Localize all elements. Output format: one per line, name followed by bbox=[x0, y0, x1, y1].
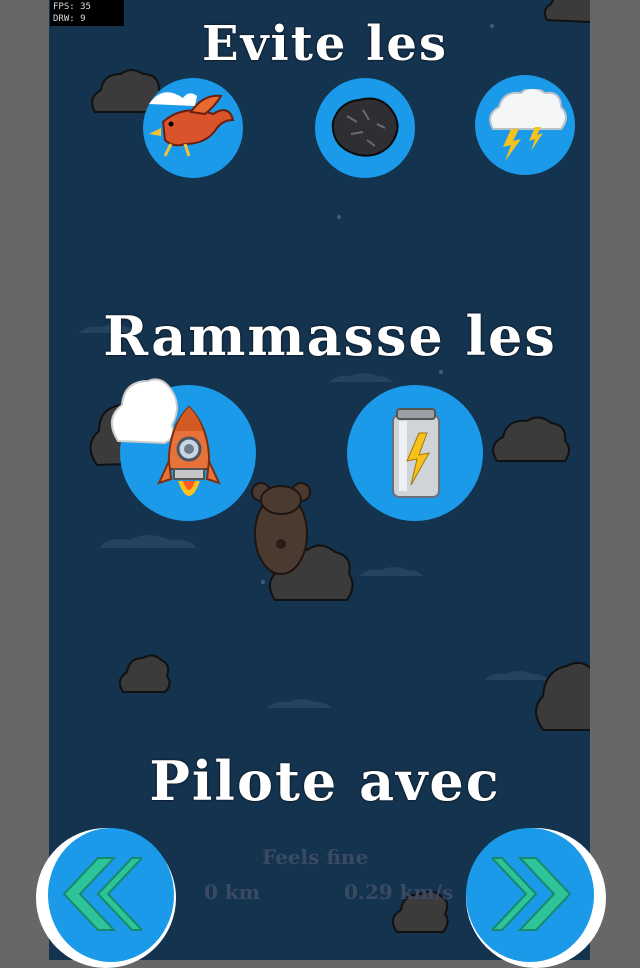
speed-text: 0.29 km/s bbox=[344, 880, 454, 904]
dark-cloud bbox=[535, 661, 590, 731]
collect-can-badge bbox=[347, 385, 483, 521]
distance-text: 0 km bbox=[204, 880, 260, 904]
avoid-title: Evite les bbox=[202, 16, 448, 72]
energy-can-icon bbox=[392, 408, 440, 498]
collect-title: Rammasse les bbox=[103, 304, 557, 368]
dark-cloud bbox=[118, 654, 171, 693]
fps-counter: FPS: 35 bbox=[53, 2, 91, 12]
dark-cloud bbox=[543, 0, 590, 23]
avoid-bird-badge bbox=[143, 78, 243, 178]
storm-cloud-icon bbox=[489, 89, 567, 161]
avoid-rock-badge bbox=[315, 78, 415, 178]
rock-icon bbox=[331, 97, 399, 157]
double-chevron-right-icon bbox=[492, 857, 572, 931]
right-side-panel bbox=[590, 0, 640, 960]
steer-left-button[interactable] bbox=[48, 828, 174, 962]
status-text: Feels fine bbox=[262, 845, 369, 869]
double-chevron-left-icon bbox=[62, 857, 142, 931]
draw-call-counter: DRW: 9 bbox=[53, 14, 86, 24]
debug-overlay: FPS: 35 DRW: 9 bbox=[50, 0, 124, 26]
dark-cloud bbox=[492, 416, 570, 462]
avoid-storm-badge bbox=[475, 75, 575, 175]
bird-icon bbox=[149, 92, 235, 157]
left-side-panel bbox=[0, 0, 49, 960]
rocket-icon bbox=[157, 405, 221, 496]
steer-right-button[interactable] bbox=[466, 828, 594, 962]
bear-player bbox=[251, 482, 311, 575]
collect-rocket-badge bbox=[111, 378, 256, 521]
pilot-title: Pilote avec bbox=[149, 749, 501, 813]
